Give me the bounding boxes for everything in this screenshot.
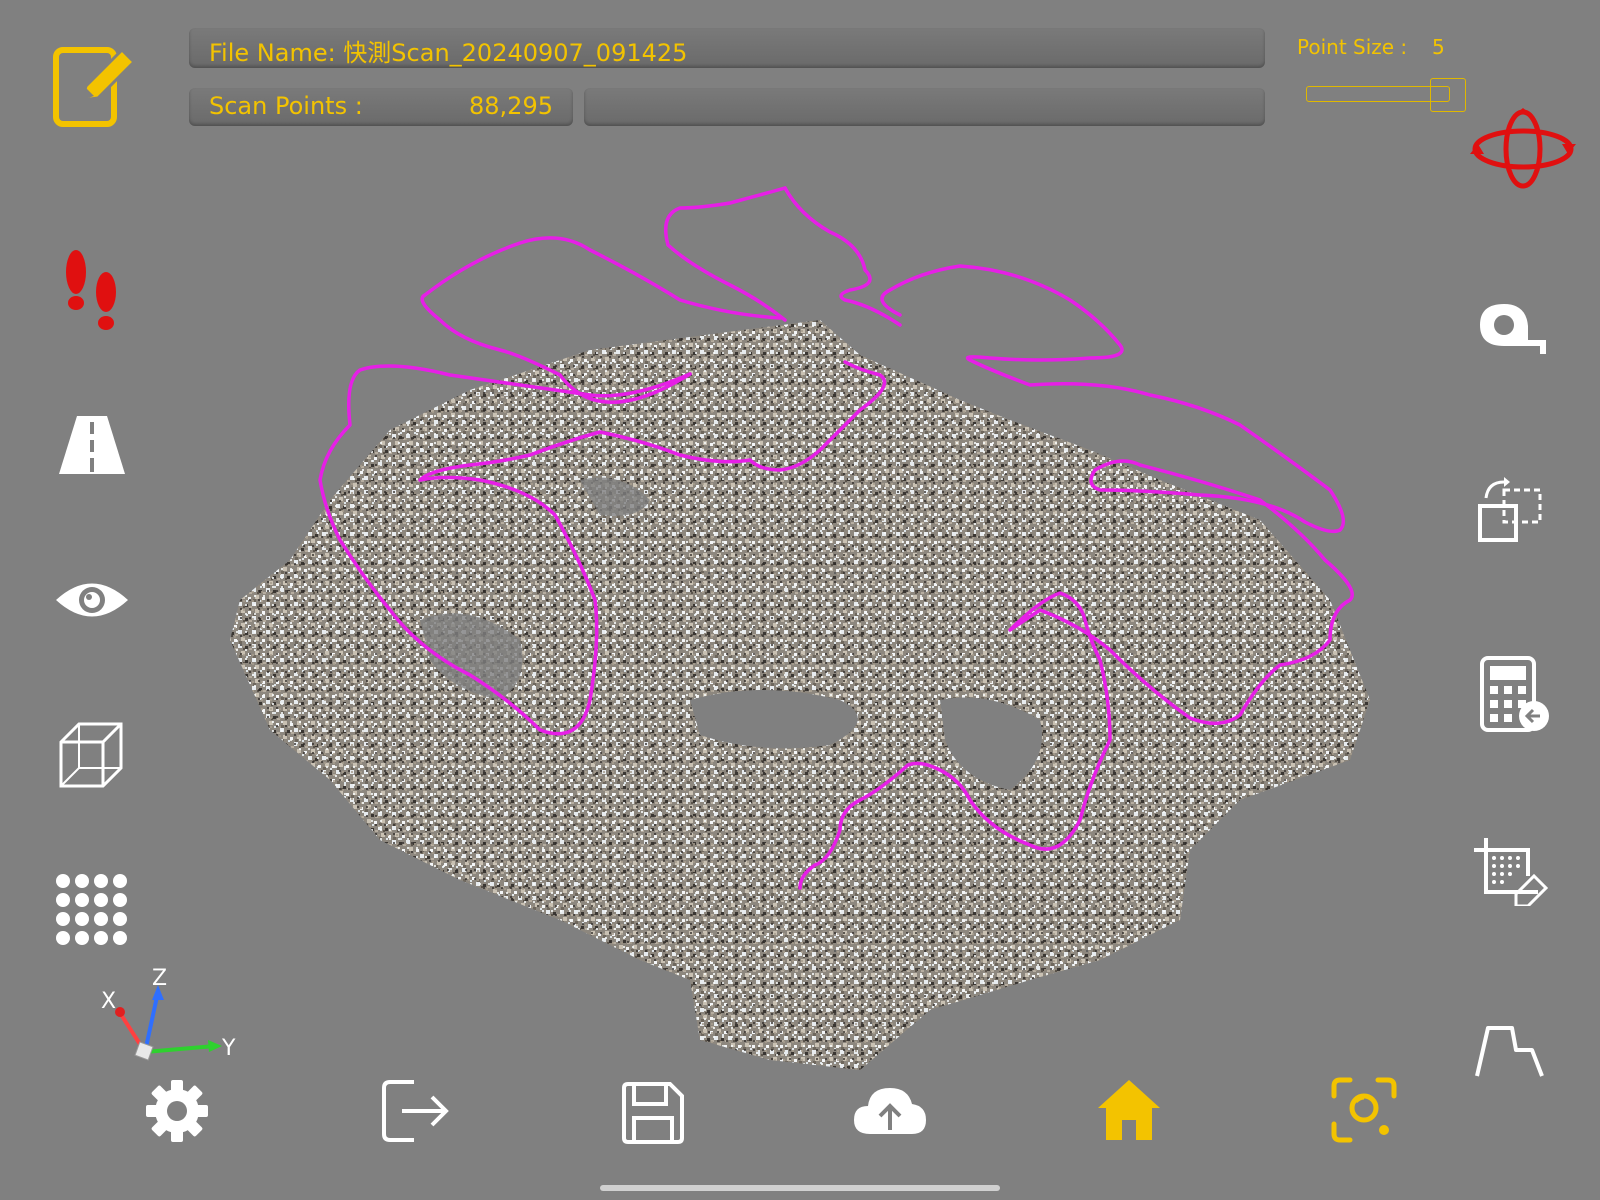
eye-icon[interactable] [54, 575, 130, 625]
axis-gizmo: X Z Y [101, 966, 236, 1061]
road-icon[interactable] [55, 412, 129, 478]
calculator-icon[interactable] [1478, 654, 1552, 734]
gear-icon[interactable] [144, 1078, 210, 1144]
point-cloud-viewport[interactable]: X Z Y [0, 0, 1600, 1200]
save-icon[interactable] [620, 1080, 686, 1146]
file-name-bar: File Name: 快測Scan_20240907_091425 [189, 28, 1265, 68]
dot-grid-icon[interactable] [54, 872, 128, 946]
footprints-icon[interactable] [58, 248, 128, 334]
crop-icon[interactable] [1472, 836, 1552, 906]
transform-icon[interactable] [1476, 476, 1548, 544]
orbit-icon[interactable] [1470, 108, 1576, 190]
scan-camera-icon[interactable] [1330, 1076, 1398, 1144]
status-bar [584, 88, 1265, 126]
point-size-value: 5 [1432, 35, 1445, 59]
cloud-upload-icon[interactable] [852, 1084, 928, 1136]
point-size-slider-thumb[interactable] [1430, 78, 1466, 112]
axis-label-x: X [101, 989, 116, 1014]
scan-points-bar: Scan Points : 88,295 [189, 88, 573, 126]
cube-icon[interactable] [57, 720, 127, 792]
axis-label-y: Y [221, 1036, 236, 1061]
home-indicator[interactable] [600, 1185, 1000, 1191]
scan-points-value: 88,295 [469, 92, 553, 120]
file-name-label: File Name: 快測Scan_20240907_091425 [209, 39, 688, 67]
exit-icon[interactable] [380, 1078, 454, 1144]
scan-points-label: Scan Points : [209, 92, 363, 120]
edit-icon[interactable] [50, 42, 140, 132]
profile-icon[interactable] [1474, 1022, 1546, 1078]
axis-label-z: Z [152, 966, 167, 991]
home-icon[interactable] [1096, 1078, 1162, 1142]
point-size-slider-track[interactable] [1306, 86, 1450, 102]
tape-measure-icon[interactable] [1476, 300, 1548, 358]
point-size-label: Point Size : [1297, 35, 1408, 59]
